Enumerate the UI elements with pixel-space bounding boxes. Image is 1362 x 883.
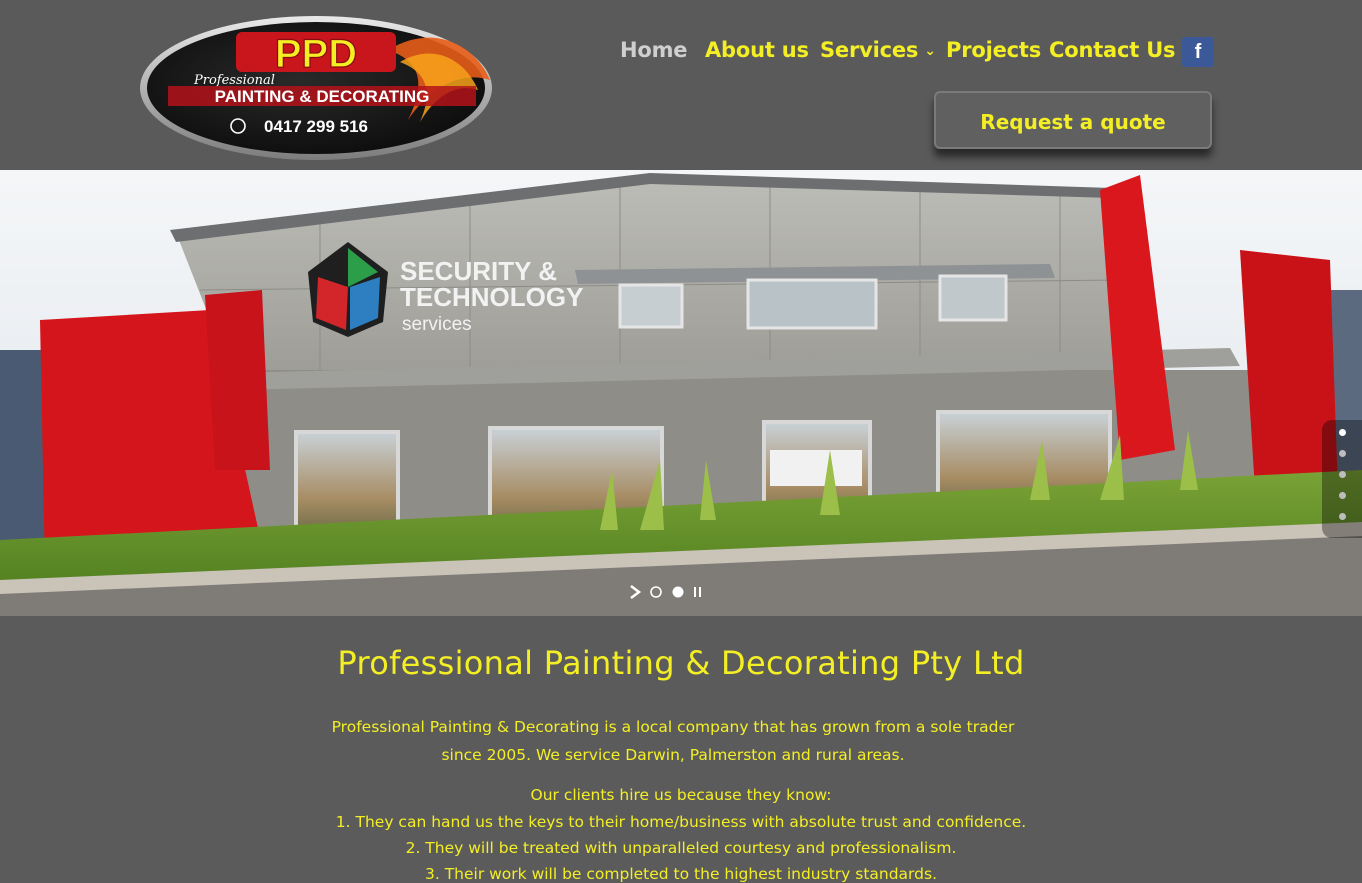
section-dot-5[interactable] xyxy=(1339,513,1346,520)
reason-item-2: 2. They will be treated with unparallele… xyxy=(405,839,957,857)
slider-bullet-2[interactable] xyxy=(672,584,686,600)
clients-lead-text: Our clients hire us because they know: xyxy=(530,786,832,804)
nav-about-us[interactable]: About us xyxy=(705,38,809,62)
logo-brand: PPD xyxy=(275,32,357,76)
slider-controls xyxy=(624,584,714,600)
intro-paragraph: Professional Painting & Decorating is a … xyxy=(331,718,1015,764)
hero-slider: SECURITY & TECHNOLOGY services xyxy=(0,170,1362,616)
logo-tagline-script: Professional xyxy=(193,73,275,88)
logo-tagline: PAINTING & DECORATING xyxy=(215,87,430,106)
page-title: Professional Painting & Decorating Pty L… xyxy=(337,644,1025,682)
slide-image: SECURITY & TECHNOLOGY services xyxy=(0,170,1362,616)
section-dot-3[interactable] xyxy=(1339,471,1346,478)
main-content: Professional Painting & Decorating Pty L… xyxy=(0,616,1362,883)
section-dot-1[interactable] xyxy=(1339,429,1346,436)
site-logo[interactable]: PPD Professional PAINTING & DECORATING 0… xyxy=(138,10,498,162)
facebook-icon[interactable]: f xyxy=(1182,37,1214,67)
sign-line-3: services xyxy=(402,314,472,335)
nav-projects[interactable]: Projects xyxy=(946,38,1041,62)
chevron-down-icon: ⌄ xyxy=(924,43,936,59)
section-dot-nav xyxy=(1322,420,1362,538)
reason-item-3: 3. Their work will be completed to the h… xyxy=(424,865,937,883)
section-dot-2[interactable] xyxy=(1339,450,1346,457)
slider-bullet-1[interactable] xyxy=(650,584,664,600)
nav-services[interactable]: Services ⌄ xyxy=(820,38,936,62)
pause-icon[interactable] xyxy=(692,584,706,600)
nav-services-label: Services xyxy=(820,38,919,62)
reason-item-1: 1. They can hand us the keys to their ho… xyxy=(335,813,1027,831)
nav-home[interactable]: Home xyxy=(620,38,688,62)
request-quote-button[interactable]: Request a quote xyxy=(934,91,1212,149)
nav-contact-us[interactable]: Contact Us xyxy=(1049,38,1176,62)
play-arrow-icon[interactable] xyxy=(628,584,642,600)
section-dot-4[interactable] xyxy=(1339,492,1346,499)
logo-phone: 0417 299 516 xyxy=(264,117,368,136)
site-header: PPD Professional PAINTING & DECORATING 0… xyxy=(0,0,1362,170)
sign-line-2: TECHNOLOGY xyxy=(400,282,583,312)
